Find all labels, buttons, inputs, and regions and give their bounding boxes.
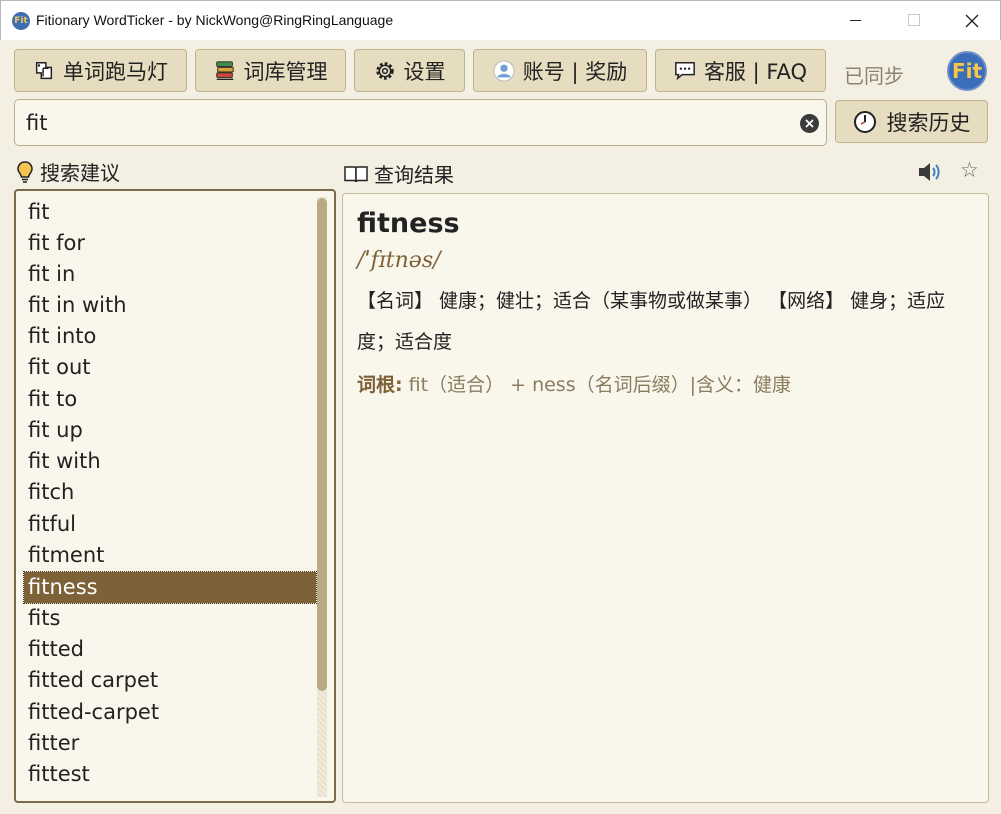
maximize-button[interactable] bbox=[890, 1, 936, 41]
list-item[interactable]: fit in with bbox=[24, 290, 316, 321]
favorite-star-icon[interactable]: ☆ bbox=[960, 158, 979, 182]
books-icon bbox=[215, 60, 234, 80]
list-item[interactable]: fit for bbox=[24, 228, 316, 259]
list-item[interactable]: fits bbox=[24, 603, 316, 634]
search-history-button[interactable]: 搜索历史 bbox=[835, 100, 988, 143]
list-item[interactable]: fit in bbox=[24, 259, 316, 290]
list-item[interactable]: fitter bbox=[24, 728, 316, 759]
window-title: Fitionary WordTicker - by NickWong@RingR… bbox=[36, 12, 394, 28]
list-item[interactable]: fit out bbox=[24, 352, 316, 383]
result-definition: 【名词】 健康；健壮；适合（某事物或做某事） 【网络】 健身；适应度；适合度 bbox=[357, 290, 946, 353]
account-rewards-button[interactable]: 账号 | 奖励 bbox=[473, 49, 647, 92]
word-ticker-label: 单词跑马灯 bbox=[63, 59, 168, 84]
list-item[interactable]: fitment bbox=[24, 540, 316, 571]
list-item[interactable]: fitted carpet bbox=[24, 665, 316, 696]
result-header: 查询结果 bbox=[344, 159, 454, 188]
search-history-label: 搜索历史 bbox=[886, 110, 971, 135]
title-bar: Fit Fitionary WordTicker - by NickWong@R… bbox=[0, 0, 1001, 40]
speaker-icon[interactable] bbox=[917, 160, 943, 184]
sync-status: 已同步 bbox=[844, 64, 904, 88]
suggestion-list[interactable]: fit fit for fit in fit in with fit into … bbox=[14, 189, 336, 803]
list-item[interactable]: fit up bbox=[24, 415, 316, 446]
word-ticker-button[interactable]: 单词跑马灯 bbox=[14, 49, 187, 92]
support-faq-label: 客服 | FAQ bbox=[703, 59, 808, 84]
result-phonetic: /ˈfɪtnəs/ bbox=[357, 248, 441, 273]
library-management-label: 词库管理 bbox=[243, 59, 328, 84]
settings-label: 设置 bbox=[403, 59, 446, 84]
list-item[interactable]: fit bbox=[24, 197, 316, 228]
ticker-icon bbox=[35, 61, 53, 79]
result-header-label: 查询结果 bbox=[374, 163, 454, 187]
gear-icon bbox=[375, 61, 394, 80]
book-icon bbox=[344, 165, 368, 182]
list-item[interactable]: fit into bbox=[24, 321, 316, 352]
list-item[interactable]: fitted-carpet bbox=[24, 697, 316, 728]
list-item[interactable]: fitful bbox=[24, 509, 316, 540]
search-box bbox=[14, 99, 827, 146]
clock-icon bbox=[853, 110, 876, 133]
close-icon bbox=[965, 14, 979, 28]
library-management-button[interactable]: 词库管理 bbox=[195, 49, 346, 92]
support-faq-button[interactable]: 客服 | FAQ bbox=[655, 49, 826, 92]
result-panel: fitness /ˈfɪtnəs/ 【名词】 健康；健壮；适合（某事物或做某事）… bbox=[342, 193, 989, 803]
list-item[interactable]: fit to bbox=[24, 384, 316, 415]
search-input[interactable] bbox=[26, 109, 786, 137]
word-root: 词根: fit（适合） + ness（名词后缀）|含义：健康 bbox=[357, 370, 791, 397]
lightbulb-icon bbox=[17, 160, 33, 183]
avatar[interactable]: Fit bbox=[947, 51, 987, 91]
result-word: fitness bbox=[357, 208, 460, 239]
list-item[interactable]: fitted bbox=[24, 634, 316, 665]
minimize-button[interactable] bbox=[832, 1, 878, 41]
settings-button[interactable]: 设置 bbox=[354, 49, 465, 92]
list-item[interactable]: fitch bbox=[24, 477, 316, 508]
chat-icon bbox=[675, 61, 695, 80]
list-item[interactable]: fittest bbox=[24, 759, 316, 790]
user-icon bbox=[493, 59, 515, 82]
account-rewards-label: 账号 | 奖励 bbox=[522, 59, 628, 84]
word-root-label: 词根: bbox=[357, 374, 403, 396]
word-root-text: fit（适合） + ness（名词后缀）|含义：健康 bbox=[402, 374, 791, 396]
suggestions-header-label: 搜索建议 bbox=[40, 161, 120, 185]
clear-search-icon[interactable] bbox=[800, 114, 819, 133]
scrollbar-thumb[interactable] bbox=[317, 198, 327, 691]
app-icon: Fit bbox=[12, 12, 30, 30]
close-button[interactable] bbox=[948, 1, 994, 41]
list-item-selected[interactable]: fitness bbox=[23, 571, 317, 604]
suggestions-header: 搜索建议 bbox=[16, 157, 120, 186]
list-item[interactable]: fit with bbox=[24, 446, 316, 477]
